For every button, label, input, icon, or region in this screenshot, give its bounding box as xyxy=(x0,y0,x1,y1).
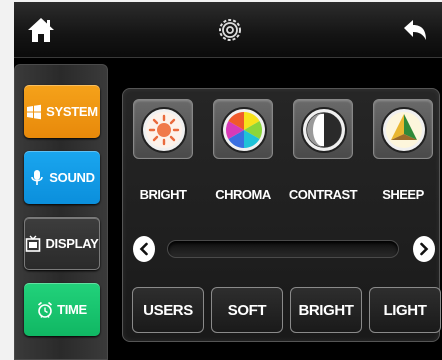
adjustment-slider-track[interactable] xyxy=(167,240,399,258)
color-wheel-icon xyxy=(221,107,267,153)
microphone-icon xyxy=(31,169,44,185)
sidebar-item-label: TIME xyxy=(57,302,87,317)
mode-tile-chroma[interactable] xyxy=(213,99,273,159)
sidebar-item-sound[interactable]: SOUND xyxy=(24,151,100,204)
mode-tile-bright[interactable] xyxy=(133,99,193,159)
gear-icon[interactable] xyxy=(215,15,245,45)
sidebar-item-label: DISPLAY xyxy=(45,236,99,251)
sharpness-icon xyxy=(381,107,427,153)
picture-settings-panel: BRIGHT CHROMA CONTRAST SHEEP USERS SOFT … xyxy=(122,88,441,342)
sidebar-item-display[interactable]: DISPLAY xyxy=(24,217,100,270)
slider-decrease-button[interactable] xyxy=(133,236,155,262)
top-bar xyxy=(14,2,442,58)
mode-label: SHEEP xyxy=(382,187,424,202)
sidebar-item-label: SOUND xyxy=(49,170,95,185)
mode-label: CONTRAST xyxy=(288,187,358,202)
preset-light-button[interactable]: LIGHT xyxy=(369,287,441,333)
preset-soft-button[interactable]: SOFT xyxy=(211,287,283,333)
sidebar-item-label: SYSTEM xyxy=(46,104,98,119)
sidebar-item-system[interactable]: SYSTEM xyxy=(24,85,100,138)
home-icon[interactable] xyxy=(26,16,56,44)
mode-tile-contrast[interactable] xyxy=(293,99,353,159)
windows-icon xyxy=(27,104,42,119)
chevron-right-icon xyxy=(420,242,429,256)
contrast-icon xyxy=(301,107,347,153)
mode-label: CHROMA xyxy=(215,187,271,202)
sidebar-item-time[interactable]: TIME xyxy=(24,283,100,336)
brightness-sun-icon xyxy=(141,107,187,153)
mode-tile-sheep[interactable] xyxy=(373,99,433,159)
slider-increase-button[interactable] xyxy=(413,236,435,262)
preset-users-button[interactable]: USERS xyxy=(132,287,204,333)
chevron-left-icon xyxy=(139,242,148,256)
back-arrow-icon[interactable] xyxy=(400,16,430,44)
screen: SYSTEM SOUND DISPLAY TIME BRIGHT CHROMA … xyxy=(14,2,442,360)
display-icon xyxy=(26,235,41,252)
sidebar: SYSTEM SOUND DISPLAY TIME xyxy=(14,64,108,360)
preset-bright-button[interactable]: BRIGHT xyxy=(290,287,362,333)
mode-label: BRIGHT xyxy=(139,187,187,202)
alarm-clock-icon xyxy=(38,301,53,318)
